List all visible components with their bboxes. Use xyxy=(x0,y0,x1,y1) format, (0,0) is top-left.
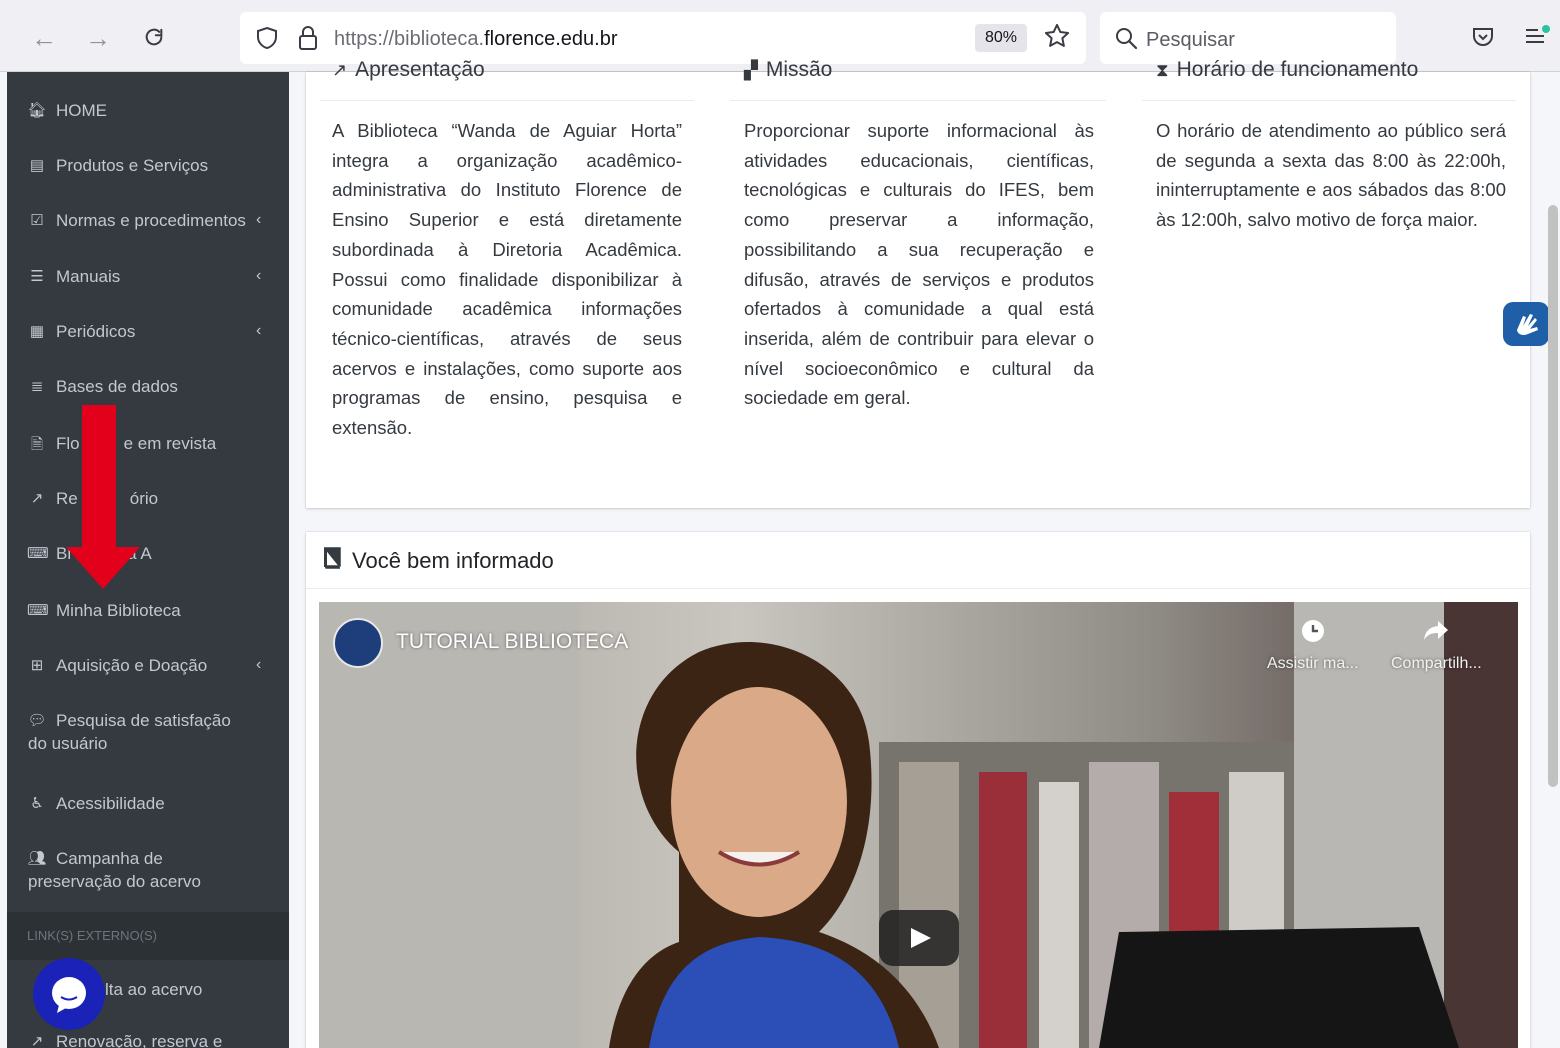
building-icon: ▞ xyxy=(744,60,758,80)
check-square-icon: ☑ xyxy=(30,212,44,229)
youtube-video-player[interactable]: TUTORIAL BIBLIOTECA Assistir ma... Compa… xyxy=(319,602,1518,1048)
divider xyxy=(320,100,694,101)
horario-heading: ⧗ Horário de funcionamento xyxy=(1156,58,1419,81)
zoom-level-badge[interactable]: 80% xyxy=(975,24,1027,52)
external-link-icon: ↗ xyxy=(30,1033,44,1048)
forward-button[interactable]: → xyxy=(78,18,118,58)
sidebar: 🏠︎ HOME ▤ Produtos e Serviços ☑ Normas e… xyxy=(7,72,289,1048)
pocket-icon[interactable] xyxy=(1471,26,1495,48)
database-icon: ≣ xyxy=(30,378,44,395)
file-icon: 🗎 xyxy=(30,436,44,453)
address-bar[interactable]: https://biblioteca.florence.edu.br 80% xyxy=(240,12,1086,64)
url-text[interactable]: https://biblioteca.florence.edu.br xyxy=(334,28,618,51)
share-button[interactable]: Compartilh... xyxy=(1391,618,1482,673)
pin-icon: ↗ xyxy=(332,60,348,80)
scrollbar-thumb[interactable] xyxy=(1548,205,1558,787)
missao-heading: ▞ Missão xyxy=(744,58,833,81)
info-card: ↗ Apresentação A Biblioteca “Wanda de Agu… xyxy=(306,58,1530,508)
watch-later-button[interactable]: Assistir ma... xyxy=(1267,618,1359,673)
vlibras-accessibility-button[interactable] xyxy=(1503,302,1549,346)
comments-icon: 💬︎ xyxy=(27,712,47,729)
users-icon: 👥︎ xyxy=(27,850,47,867)
divider xyxy=(1142,100,1516,101)
hamburger-menu-icon[interactable] xyxy=(1524,24,1552,48)
bookmark-star-icon[interactable] xyxy=(1043,22,1071,50)
play-button[interactable] xyxy=(879,910,959,966)
video-title[interactable]: TUTORIAL BIBLIOTECA xyxy=(396,630,628,654)
red-arrow-annotation xyxy=(66,405,140,589)
horario-text: O horário de atendimento ao público será… xyxy=(1156,120,1506,231)
search-icon xyxy=(1116,28,1138,50)
sidebar-section-header: LINK(S) EXTERNO(S) xyxy=(7,912,289,960)
shield-icon[interactable] xyxy=(256,26,278,50)
video-card-title: Você bem informado xyxy=(352,548,554,573)
newspaper-icon: ▦ xyxy=(29,323,45,340)
chevron-left-icon: ‹ xyxy=(256,656,262,673)
chevron-left-icon: ‹ xyxy=(256,267,262,284)
missao-text: Proporcionar suporte informacional às at… xyxy=(744,120,1094,409)
keyboard-icon: ⌨ xyxy=(27,602,49,619)
apresentacao-text: A Biblioteca “Wanda de Aguiar Horta” int… xyxy=(332,120,682,439)
clock-icon xyxy=(1301,620,1324,642)
home-icon: 🏠︎ xyxy=(27,102,47,119)
list-icon: ☰ xyxy=(30,268,44,285)
chat-bubble-icon xyxy=(52,977,86,1013)
reload-button[interactable] xyxy=(134,18,174,58)
share-icon xyxy=(1424,621,1449,640)
plus-square-icon: ⊞ xyxy=(30,657,44,674)
keyboard-icon: ⌨ xyxy=(27,545,49,562)
back-button[interactable]: ← xyxy=(24,18,64,58)
book-icon xyxy=(324,547,341,569)
chevron-left-icon: ‹ xyxy=(256,322,262,339)
hourglass-icon: ⧗ xyxy=(1156,60,1169,80)
sign-language-icon xyxy=(1517,314,1538,335)
wheelchair-icon: ♿︎ xyxy=(30,795,44,812)
lock-icon[interactable] xyxy=(298,25,318,51)
external-link-icon: ↗ xyxy=(30,490,44,507)
video-card: Você bem informado TUTORIAL BIBLIOTECA A… xyxy=(306,532,1530,1048)
divider xyxy=(730,100,1106,101)
apresentacao-heading: ↗ Apresentação xyxy=(332,58,485,81)
channel-logo[interactable] xyxy=(333,618,383,668)
play-icon xyxy=(911,928,931,948)
list-alt-icon: ▤ xyxy=(29,157,45,174)
search-input[interactable]: Pesquisar xyxy=(1146,29,1235,52)
video-card-header: Você bem informado xyxy=(306,532,1530,589)
search-bar[interactable]: Pesquisar xyxy=(1100,12,1396,64)
reload-icon xyxy=(145,28,163,46)
chevron-left-icon: ‹ xyxy=(256,211,262,228)
chat-widget-button[interactable] xyxy=(33,958,105,1030)
